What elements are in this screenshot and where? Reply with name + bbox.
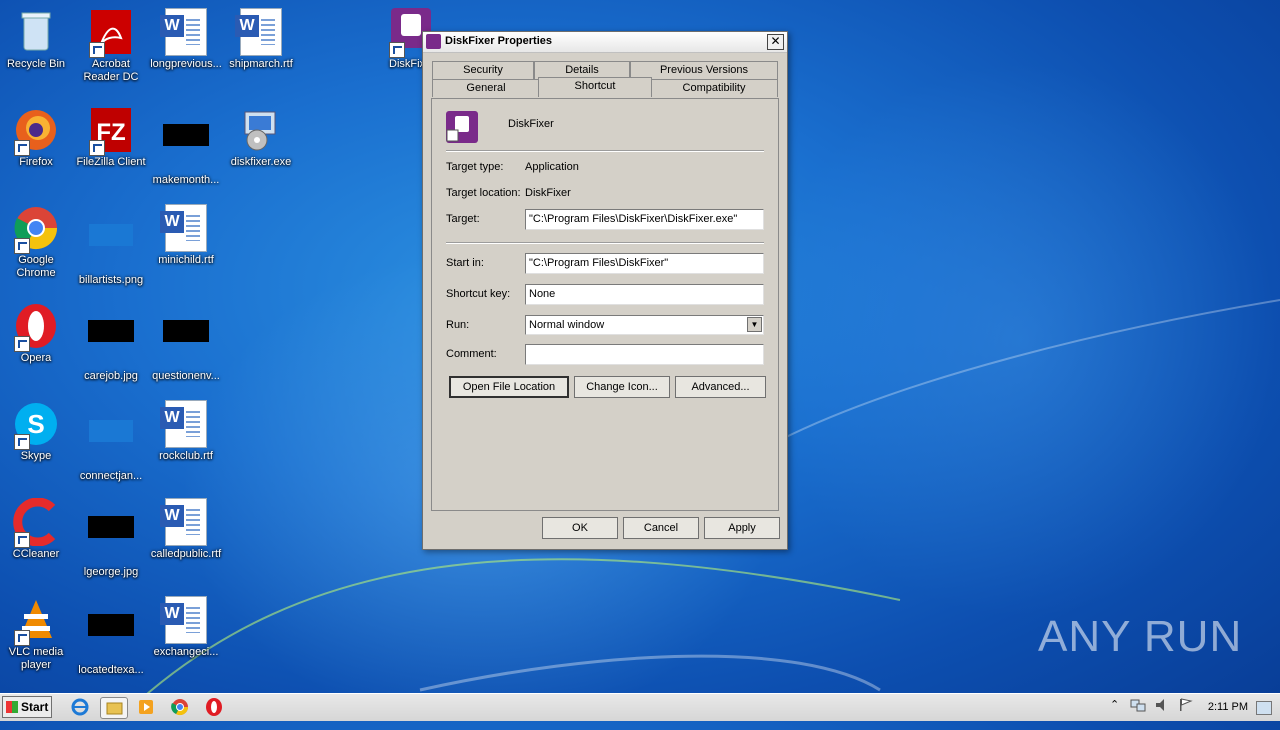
show-desktop-button[interactable] <box>1256 701 1272 715</box>
taskbar-clock[interactable]: 2:11 PM <box>1208 701 1248 713</box>
start-in-label: Start in: <box>446 257 484 269</box>
start-label: Start <box>21 700 49 714</box>
target-type-value: Application <box>525 161 579 173</box>
dialog-titlebar[interactable]: DiskFixer Properties ✕ <box>423 32 787 53</box>
filezilla-icon[interactable]: FZ FileZilla Client <box>73 106 149 169</box>
start-in-field[interactable]: "C:\Program Files\DiskFixer" <box>525 253 764 274</box>
run-select[interactable]: Normal window ▼ <box>525 315 764 335</box>
app-name: DiskFixer <box>508 118 554 130</box>
show-hidden-icons-icon[interactable]: ⌃ <box>1110 698 1119 711</box>
firefox-icon[interactable]: Firefox <box>0 106 74 169</box>
target-location-value: DiskFixer <box>525 187 571 199</box>
acrobat-reader-label: Acrobat Reader DC <box>83 58 139 83</box>
opera-icon[interactable]: Opera <box>0 302 74 365</box>
action-center-flag-icon[interactable] <box>1178 698 1194 715</box>
advanced-button[interactable]: Advanced... <box>675 376 766 398</box>
anyrun-watermark: ANY RUN <box>1038 612 1243 661</box>
windows-logo-icon <box>6 701 18 713</box>
carejob-file-icon[interactable]: carejob.jpg <box>73 302 149 383</box>
diskfixer-large-icon <box>446 111 478 143</box>
acrobat-reader-icon[interactable]: Acrobat Reader DC <box>73 8 149 84</box>
taskbar: Start ⌃ 2:11 PM <box>0 693 1280 721</box>
properties-dialog: DiskFixer Properties ✕ Security Details … <box>422 31 788 550</box>
start-button[interactable]: Start <box>2 696 52 718</box>
run-label: Run: <box>446 319 470 331</box>
opera-taskbar-icon[interactable] <box>204 697 224 717</box>
minichild-file-icon[interactable]: W minichild.rtf <box>148 204 224 267</box>
shipmarch-file-icon[interactable]: W shipmarch.rtf <box>223 8 299 71</box>
minichild-label: minichild.rtf <box>158 254 214 266</box>
questionenv-label: questionenv... <box>152 370 220 382</box>
shortcut-key-label: Shortcut key: <box>446 288 511 300</box>
volume-icon[interactable] <box>1154 698 1170 715</box>
recycle-bin-icon[interactable]: Recycle Bin <box>0 8 74 71</box>
run-select-value: Normal window <box>529 319 605 331</box>
close-icon[interactable]: ✕ <box>767 34 784 50</box>
exchangeci-label: exchangeci... <box>153 646 219 658</box>
comment-field[interactable] <box>525 344 764 365</box>
makemonth-label: makemonth... <box>152 174 220 186</box>
target-label: Target: <box>446 213 480 225</box>
connectjan-file-icon[interactable]: connectjan... <box>73 400 149 483</box>
tab-compatibility[interactable]: Compatibility <box>650 79 778 97</box>
billartists-file-icon[interactable]: billartists.png <box>73 204 149 287</box>
chrome-taskbar-icon[interactable] <box>170 697 190 717</box>
tab-shortcut[interactable]: Shortcut <box>538 77 652 97</box>
lgeorge-label: lgeorge.jpg <box>83 566 139 578</box>
locatedtexa-label: locatedtexa... <box>78 664 144 676</box>
skype-icon[interactable]: S Skype <box>0 400 74 463</box>
change-icon-button[interactable]: Change Icon... <box>574 376 670 398</box>
makemonth-file-icon[interactable]: makemonth... <box>148 106 224 187</box>
carejob-label: carejob.jpg <box>84 370 138 382</box>
longprevious-label: longprevious... <box>150 58 222 70</box>
questionenv-file-icon[interactable]: questionenv... <box>148 302 224 383</box>
calledpublic-file-icon[interactable]: W calledpublic.rtf <box>148 498 224 561</box>
apply-button[interactable]: Apply <box>704 517 780 539</box>
recycle-bin-label: Recycle Bin <box>6 58 66 70</box>
tab-general[interactable]: General <box>432 79 540 97</box>
dialog-title: DiskFixer Properties <box>445 35 552 47</box>
open-file-location-button[interactable]: Open File Location <box>449 376 569 398</box>
target-location-label: Target location: <box>446 187 521 199</box>
tab-previous-versions[interactable]: Previous Versions <box>630 61 778 79</box>
rockclub-label: rockclub.rtf <box>159 450 213 462</box>
separator <box>446 242 764 244</box>
skype-label: Skype <box>20 450 52 462</box>
internet-explorer-icon[interactable] <box>70 697 90 717</box>
diskfixer-exe-label: diskfixer.exe <box>230 156 292 168</box>
filezilla-label: FileZilla Client <box>76 156 146 168</box>
separator <box>446 150 764 152</box>
chevron-down-icon[interactable]: ▼ <box>747 317 762 332</box>
google-chrome-label: Google Chrome <box>16 254 56 279</box>
vlc-icon[interactable]: VLC media player <box>0 596 74 672</box>
target-type-label: Target type: <box>446 161 504 173</box>
calledpublic-label: calledpublic.rtf <box>150 548 222 560</box>
opera-label: Opera <box>20 352 52 364</box>
google-chrome-icon[interactable]: Google Chrome <box>0 204 74 280</box>
lgeorge-file-icon[interactable]: lgeorge.jpg <box>73 498 149 579</box>
network-icon[interactable] <box>1130 698 1146 715</box>
vlc-label: VLC media player <box>8 646 64 671</box>
ccleaner-icon[interactable]: CCleaner <box>0 497 74 561</box>
connectjan-label: connectjan... <box>79 470 143 482</box>
ccleaner-label: CCleaner <box>12 548 60 560</box>
file-explorer-icon[interactable] <box>100 697 128 719</box>
cancel-button[interactable]: Cancel <box>623 517 699 539</box>
exchangeci-file-icon[interactable]: W exchangeci... <box>148 596 224 659</box>
target-field[interactable]: "C:\Program Files\DiskFixer\DiskFixer.ex… <box>525 209 764 230</box>
shipmarch-label: shipmarch.rtf <box>229 58 293 70</box>
firefox-label: Firefox <box>19 156 53 168</box>
locatedtexa-file-icon[interactable]: locatedtexa... <box>73 596 149 677</box>
media-player-icon[interactable] <box>136 697 156 717</box>
longprevious-file-icon[interactable]: W longprevious... <box>148 8 224 71</box>
diskfixer-app-icon <box>426 34 441 49</box>
rockclub-file-icon[interactable]: W rockclub.rtf <box>148 400 224 463</box>
billartists-label: billartists.png <box>78 274 144 286</box>
comment-label: Comment: <box>446 348 497 360</box>
ok-button[interactable]: OK <box>542 517 618 539</box>
tab-security[interactable]: Security <box>432 61 534 79</box>
shortcut-tab-panel: DiskFixer Target type: Application Targe… <box>431 98 779 511</box>
shortcut-key-field[interactable]: None <box>525 284 764 305</box>
diskfixer-exe-icon[interactable]: diskfixer.exe <box>223 106 299 169</box>
